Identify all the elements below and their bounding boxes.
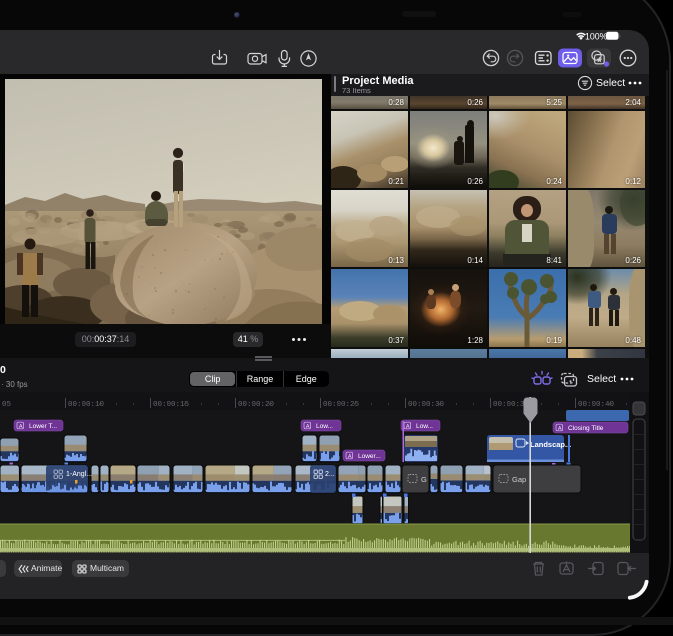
svg-text:Low...: Low... bbox=[316, 423, 333, 430]
svg-text:2...: 2... bbox=[325, 471, 335, 478]
svg-text:A: A bbox=[348, 454, 352, 460]
svg-text:A: A bbox=[558, 426, 562, 432]
svg-text:05: 05 bbox=[2, 401, 12, 409]
svg-text:Low...: Low... bbox=[416, 423, 433, 430]
svg-text:Closing Title: Closing Title bbox=[568, 425, 604, 432]
svg-text:Landscap...: Landscap... bbox=[530, 440, 571, 449]
svg-text:Lower...: Lower... bbox=[358, 453, 381, 460]
svg-text:A: A bbox=[306, 424, 310, 430]
svg-text:1-Angl...: 1-Angl... bbox=[66, 471, 92, 478]
svg-text:100%: 100% bbox=[585, 32, 608, 42]
svg-text:G: G bbox=[421, 475, 427, 484]
svg-text:A: A bbox=[19, 424, 23, 430]
svg-text:A: A bbox=[406, 424, 410, 430]
svg-text:Gap: Gap bbox=[512, 475, 526, 484]
svg-text:Lower T...: Lower T... bbox=[29, 423, 57, 430]
